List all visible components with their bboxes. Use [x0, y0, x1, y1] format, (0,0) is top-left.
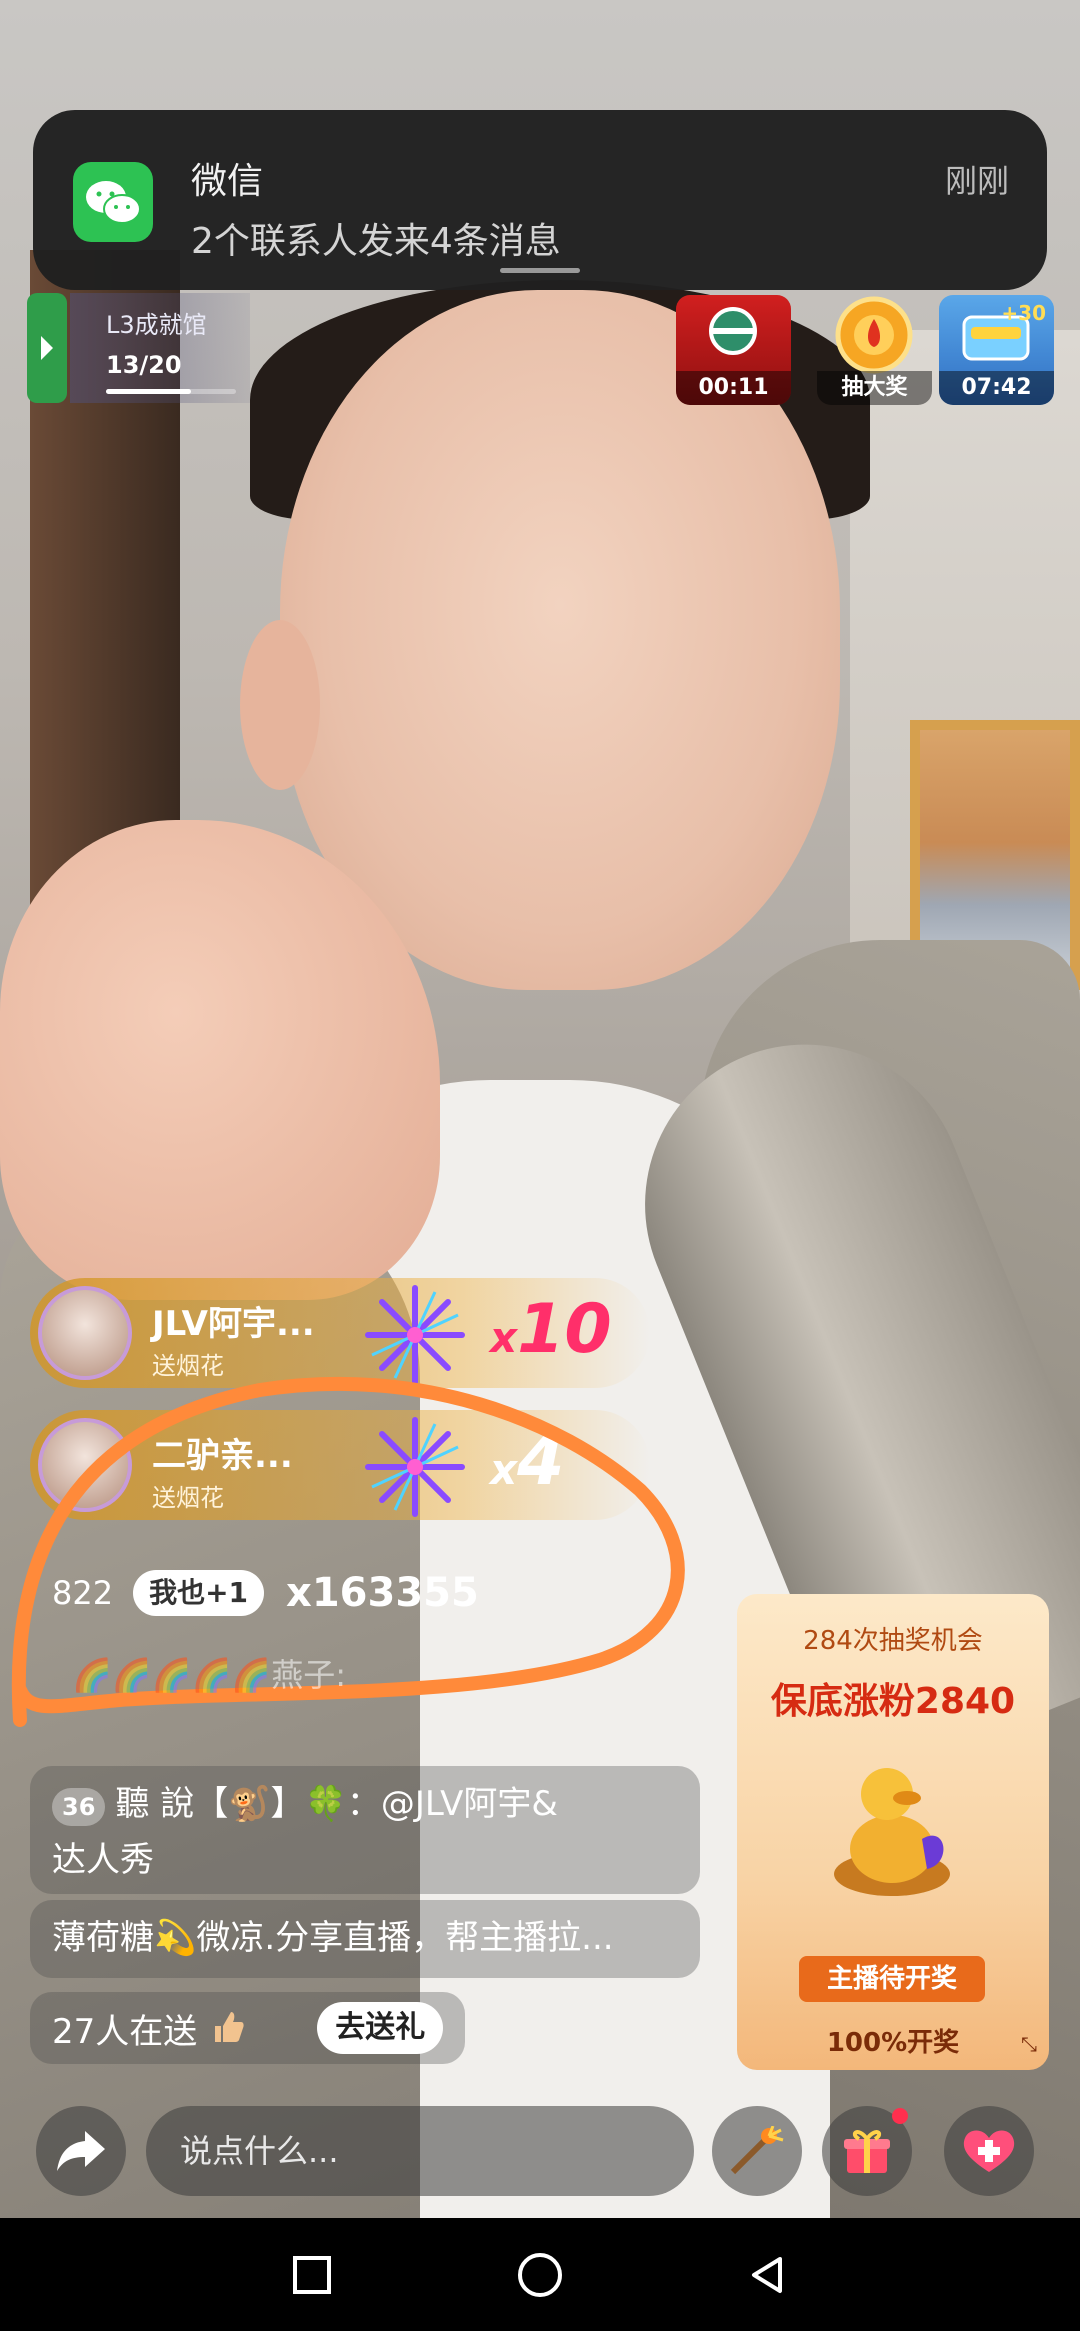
notification-dot [892, 2108, 908, 2124]
gift-multiplier: x4 [490, 1422, 565, 1501]
gift-sender-name: 二驴亲... [152, 1436, 293, 1476]
firework-gift-icon [365, 1285, 465, 1385]
wechat-icon [73, 162, 153, 242]
chat-message: 薄荷糖💫微凉.分享直播，帮主播拉... [30, 1900, 700, 1978]
lottery-badge[interactable]: 抽大奖 [817, 295, 932, 405]
avatar[interactable] [38, 1286, 132, 1380]
achievement-level-panel[interactable]: L3成就馆 13/20 [70, 293, 250, 403]
wechat-notification[interactable]: 微信 2个联系人发来4条消息 刚刚 [33, 110, 1047, 290]
red-packet-timer-icon [709, 307, 757, 355]
gift-senders-row: 27人在送 去送礼 [30, 1992, 466, 2064]
lottery-chances: 284次抽奖机会 [803, 1626, 983, 1656]
level-count: 13/20 [106, 351, 182, 379]
home-icon[interactable] [515, 2250, 565, 2300]
chat-message-faded: 🌈🌈🌈🌈🌈燕子: [72, 1656, 347, 1694]
chat-message-text-cont: 达人秀 [52, 1840, 154, 1880]
avatar[interactable] [38, 1418, 132, 1512]
lottery-card[interactable]: 284次抽奖机会 保底涨粉2840 主播待开奖 100%开奖 ⤡ [737, 1594, 1049, 2070]
fireworks-stick-icon [730, 2126, 784, 2175]
gift-banner: 二驴亲... 送烟花 x4 [30, 1410, 650, 1520]
interact-button[interactable] [712, 2106, 802, 2196]
share-arrow-icon [57, 2131, 105, 2171]
combo-count: 822 [52, 1574, 114, 1612]
red-packet-timer-label: 00:11 [676, 371, 791, 405]
popularity-plus-text: +30 [1001, 301, 1046, 325]
share-button[interactable] [36, 2106, 126, 2196]
gift-sender-name: JLV阿宇... [152, 1304, 315, 1344]
gift-combo-row: 822 我也+1 x163355 [52, 1568, 479, 1618]
lottery-percent: 100%开奖 [826, 2028, 960, 2058]
chat-message-text: 聽 說【🐒】🍀：@JLV阿宇& [115, 1784, 558, 1824]
red-packet-timer-badge[interactable]: 00:11 [676, 295, 791, 405]
combo-total: x163355 [286, 1570, 479, 1616]
golden-duck-trophy-icon [834, 1768, 950, 1896]
chat-message-line: 36 聽 說【🐒】🍀：@JLV阿宇& [52, 1776, 678, 1832]
heart-plus-icon [963, 2130, 1015, 2172]
lottery-badge-label: 抽大奖 [817, 371, 932, 405]
expand-arrow-button[interactable] [27, 293, 67, 403]
notification-time: 刚刚 [944, 162, 1009, 200]
level-title: L3成就馆 [106, 311, 207, 339]
streamer-pending-draw-button[interactable]: 主播待开奖 [799, 1956, 985, 2002]
chevron-right-icon [41, 336, 53, 360]
popularity-timer-label: 07:42 [939, 371, 1054, 405]
lottery-wheel-icon [835, 296, 913, 374]
gift-box-icon [844, 2130, 890, 2173]
expand-icon[interactable]: ⤡ [1021, 2032, 1037, 2056]
go-send-gift-button[interactable]: 去送礼 [317, 2002, 444, 2054]
system-navigation-bar [0, 2218, 1080, 2331]
me-too-plus-one-button[interactable]: 我也+1 [133, 1570, 265, 1616]
firework-gift-icon [365, 1417, 465, 1517]
recent-apps-icon[interactable] [290, 2253, 334, 2297]
gift-banner: JLV阿宇... 送烟花 x10 [30, 1278, 650, 1388]
streamer-ear [240, 620, 320, 790]
user-level-badge: 36 [52, 1788, 106, 1826]
level-progress-bar [106, 389, 236, 394]
comment-input[interactable]: 说点什么... [146, 2106, 694, 2196]
back-icon[interactable] [746, 2253, 790, 2297]
gift-action: 送烟花 [152, 1352, 224, 1380]
chat-message-text: 薄荷糖💫微凉.分享直播，帮主播拉... [52, 1918, 614, 1958]
notification-app-name: 微信 [191, 161, 264, 202]
level-progress-fill [106, 389, 191, 394]
gift-button[interactable] [822, 2106, 912, 2196]
chat-message: 36 聽 說【🐒】🍀：@JLV阿宇& 达人秀 [30, 1766, 700, 1894]
thumbs-up-icon [215, 2012, 244, 2042]
like-heart-button[interactable] [944, 2106, 1034, 2196]
senders-count: 27人在送 [52, 2011, 198, 2052]
gift-action: 送烟花 [152, 1484, 224, 1512]
gift-multiplier: x10 [490, 1290, 612, 1369]
lottery-guarantee: 保底涨粉2840 [770, 1681, 1016, 1722]
popularity-box-badge[interactable]: +30 07:42 [939, 295, 1054, 405]
notification-drag-handle[interactable] [500, 268, 580, 273]
notification-message: 2个联系人发来4条消息 [191, 221, 561, 262]
